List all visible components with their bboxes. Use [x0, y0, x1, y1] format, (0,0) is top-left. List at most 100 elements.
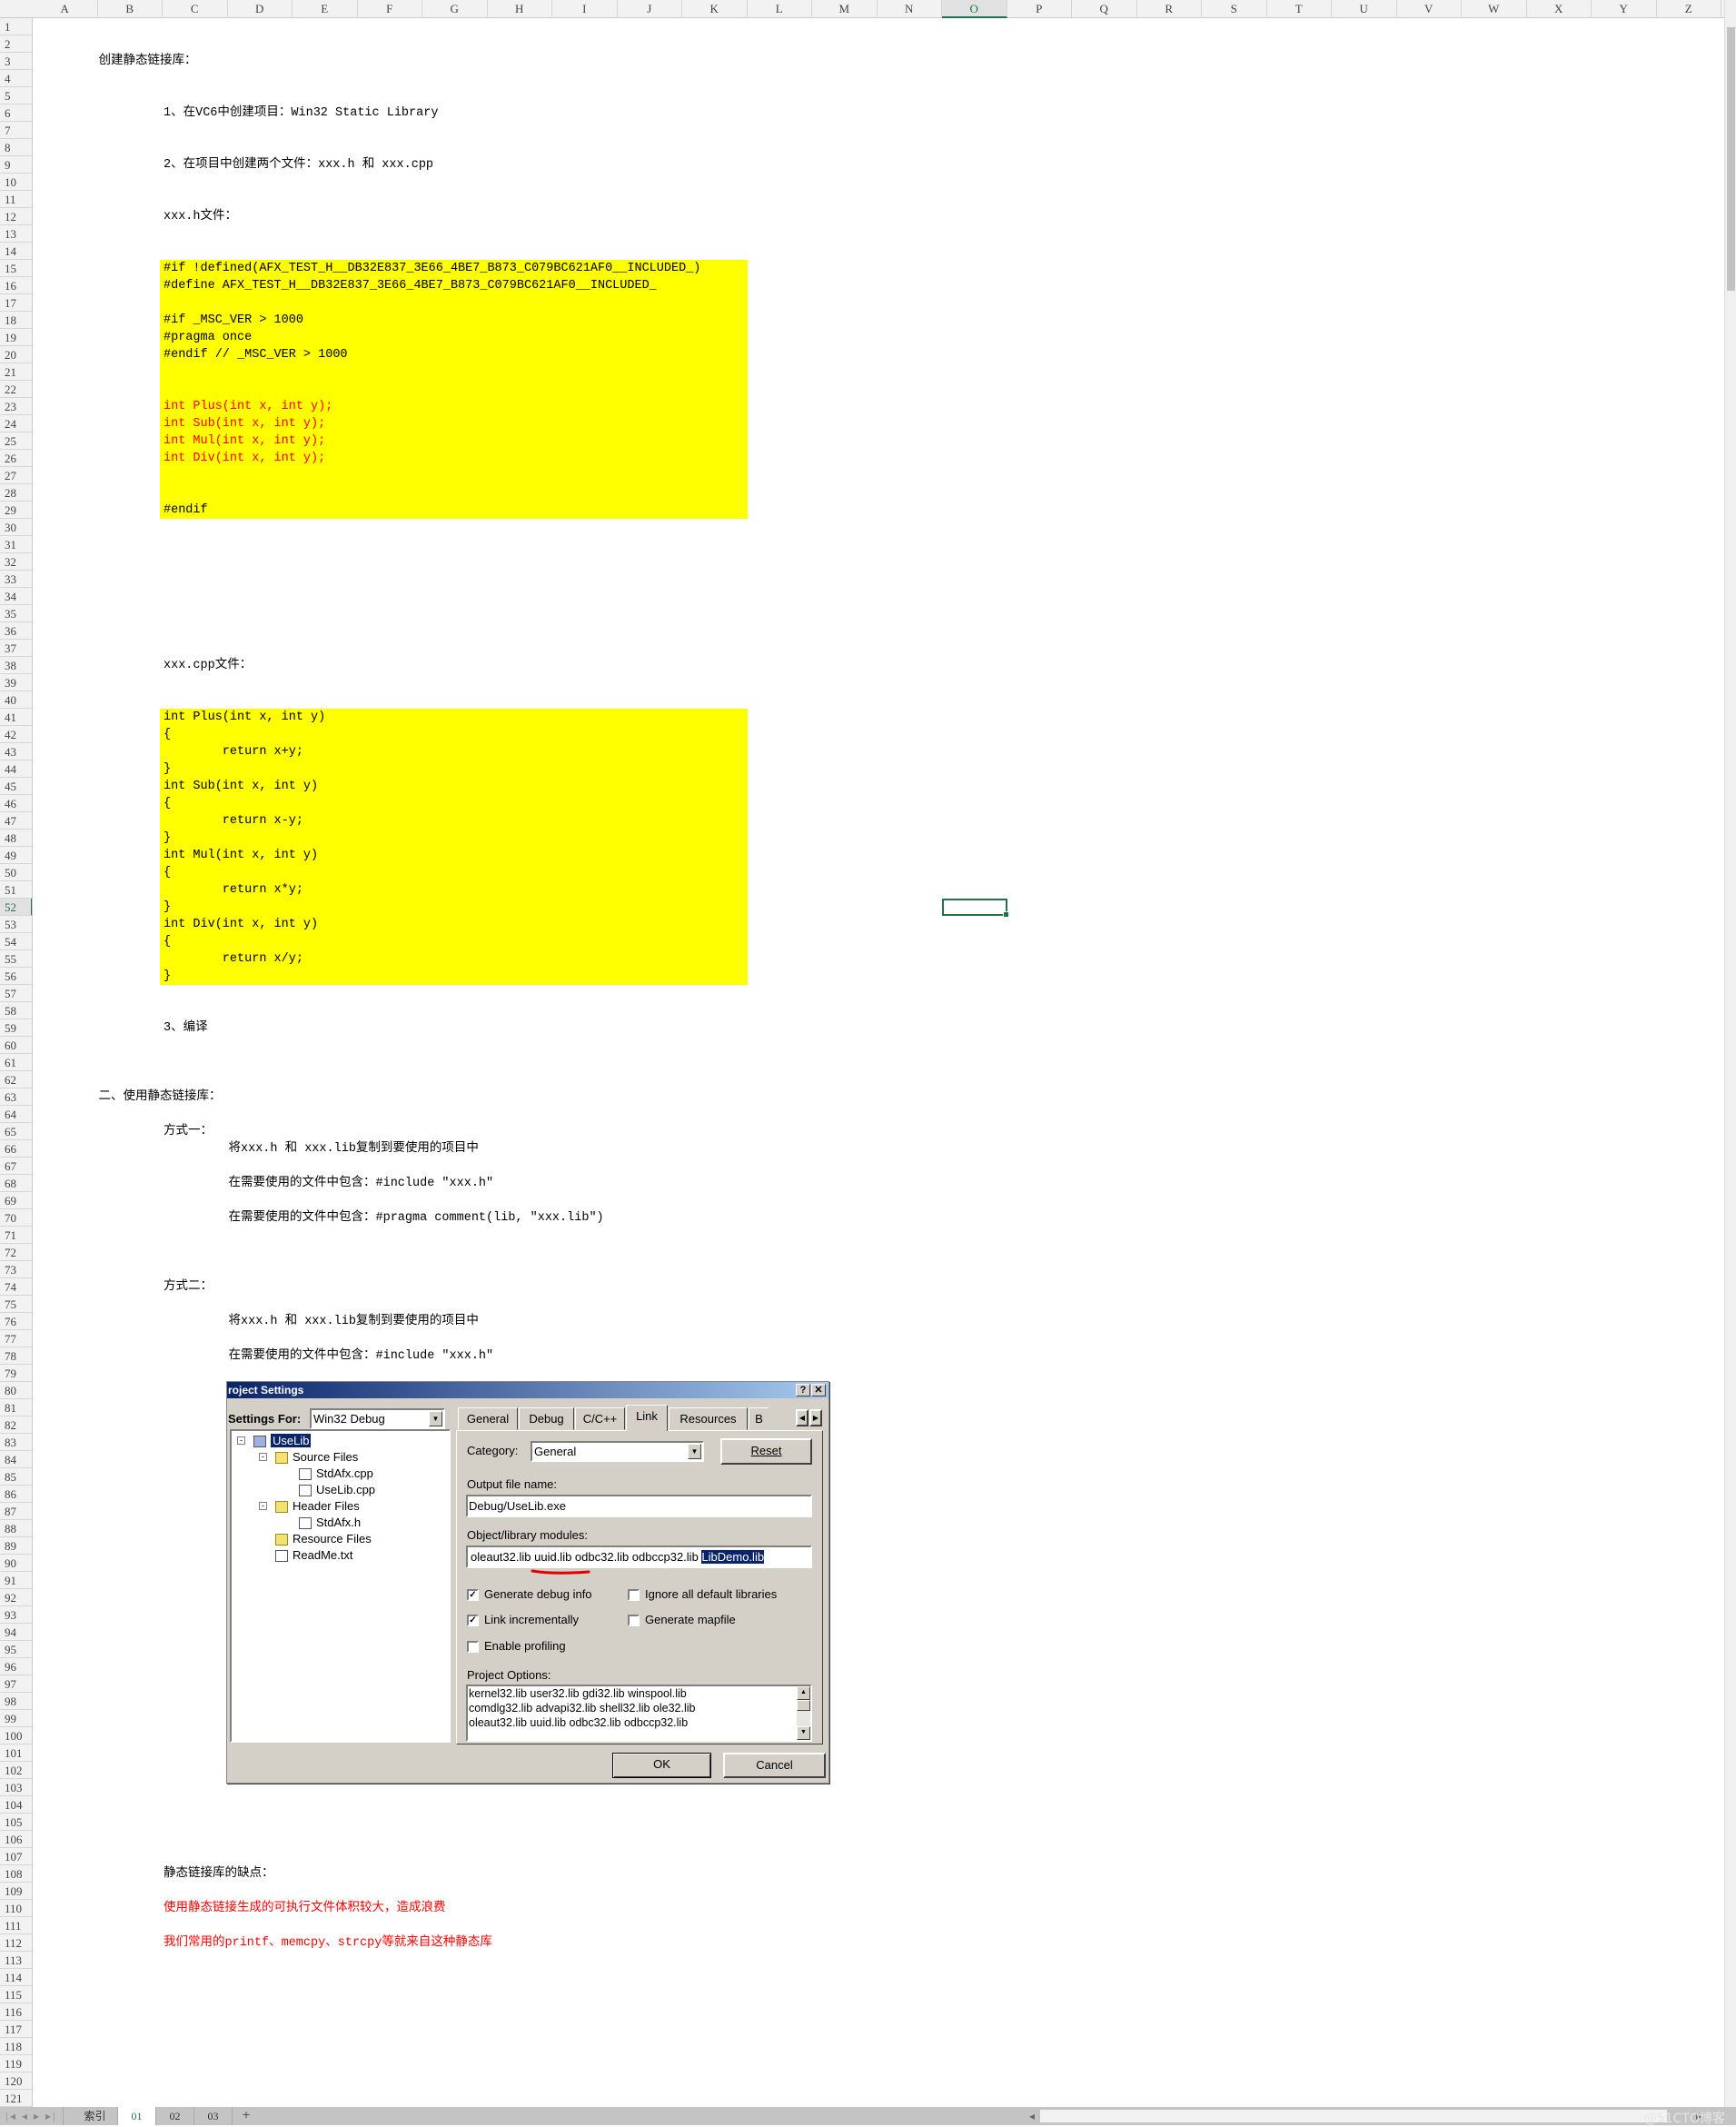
- row-header[interactable]: 20: [0, 346, 32, 363]
- row-header[interactable]: 80: [0, 1382, 32, 1399]
- sheet-nav-arrows[interactable]: |◂ ◂ ▸ ▸|: [0, 2107, 64, 2125]
- cell-C56[interactable]: }: [164, 968, 171, 985]
- tree-item[interactable]: - UseLib: [237, 1433, 312, 1449]
- row-header[interactable]: 106: [0, 1831, 32, 1848]
- row-header[interactable]: 24: [0, 415, 32, 432]
- column-header[interactable]: I: [552, 0, 618, 18]
- row-header[interactable]: 52: [0, 899, 32, 916]
- row-header[interactable]: 68: [0, 1175, 32, 1192]
- row-header[interactable]: 50: [0, 864, 32, 881]
- cell-C47[interactable]: return x-y;: [164, 812, 303, 830]
- column-header[interactable]: J: [618, 0, 682, 18]
- tree-item[interactable]: StdAfx.h: [299, 1515, 361, 1531]
- row-header[interactable]: 28: [0, 484, 32, 502]
- column-header[interactable]: R: [1137, 0, 1202, 18]
- row-header[interactable]: 49: [0, 847, 32, 864]
- column-header[interactable]: C: [163, 0, 228, 18]
- row-header[interactable]: 6: [0, 104, 32, 122]
- cell-D70[interactable]: 在需要使用的文件中包含：#pragma comment(lib, "xxx.li…: [229, 1209, 604, 1227]
- row-header[interactable]: 66: [0, 1140, 32, 1158]
- cell-D76[interactable]: 将xxx.h 和 xxx.lib复制到要使用的项目中: [229, 1313, 479, 1330]
- scroll-thumb[interactable]: [797, 1700, 810, 1711]
- cell-B3[interactable]: 创建静态链接库：: [99, 53, 197, 70]
- tab-resources[interactable]: Resources: [669, 1407, 748, 1430]
- row-header[interactable]: 14: [0, 243, 32, 260]
- cell-C9[interactable]: 2、在项目中创建两个文件：xxx.h 和 xxx.cpp: [164, 156, 433, 174]
- row-header[interactable]: 33: [0, 571, 32, 588]
- row-header[interactable]: 85: [0, 1468, 32, 1486]
- row-header[interactable]: 72: [0, 1244, 32, 1261]
- row-header[interactable]: 60: [0, 1037, 32, 1054]
- row-header[interactable]: 104: [0, 1796, 32, 1814]
- cell-C65[interactable]: 方式一：: [164, 1123, 213, 1140]
- row-header[interactable]: 112: [0, 1934, 32, 1952]
- row-header[interactable]: 82: [0, 1416, 32, 1434]
- row-header[interactable]: 73: [0, 1261, 32, 1278]
- row-header[interactable]: 7: [0, 122, 32, 139]
- row-header[interactable]: 77: [0, 1330, 32, 1347]
- row-header[interactable]: 93: [0, 1606, 32, 1624]
- row-header[interactable]: 88: [0, 1520, 32, 1537]
- tab-scroll-left[interactable]: ◀: [796, 1409, 808, 1426]
- row-header[interactable]: 67: [0, 1158, 32, 1175]
- row-header[interactable]: 83: [0, 1434, 32, 1451]
- row-header[interactable]: 29: [0, 502, 32, 519]
- cell-C23[interactable]: int Plus(int x, int y);: [164, 398, 332, 415]
- cell-C110[interactable]: 使用静态链接生成的可执行文件体积较大，造成浪费: [164, 1900, 446, 1917]
- tab-b[interactable]: B: [749, 1407, 769, 1430]
- row-header[interactable]: 108: [0, 1865, 32, 1883]
- row-header[interactable]: 11: [0, 191, 32, 208]
- row-header[interactable]: 81: [0, 1399, 32, 1416]
- row-header[interactable]: 37: [0, 640, 32, 657]
- scroll-up-arrow[interactable]: ▲: [797, 1686, 810, 1700]
- tab-cc[interactable]: C/C++: [575, 1407, 625, 1430]
- collapse-toggle-icon[interactable]: -: [259, 1502, 267, 1510]
- cell-C42[interactable]: {: [164, 726, 171, 743]
- row-header[interactable]: 16: [0, 277, 32, 294]
- ok-button[interactable]: OK: [612, 1753, 711, 1778]
- row-header[interactable]: 116: [0, 2003, 32, 2021]
- scroll-down-arrow[interactable]: ▼: [797, 1726, 810, 1740]
- cell-C41[interactable]: int Plus(int x, int y): [164, 709, 325, 726]
- column-header[interactable]: Q: [1072, 0, 1137, 18]
- checkbox[interactable]: [628, 1615, 640, 1626]
- cell-D68[interactable]: 在需要使用的文件中包含：#include "xxx.h": [229, 1175, 494, 1192]
- row-header[interactable]: 110: [0, 1900, 32, 1917]
- row-header[interactable]: 117: [0, 2021, 32, 2038]
- tab-scroll-right[interactable]: ▶: [809, 1409, 822, 1426]
- row-header[interactable]: 9: [0, 156, 32, 174]
- row-header[interactable]: 36: [0, 622, 32, 640]
- row-header[interactable]: 41: [0, 709, 32, 726]
- column-header[interactable]: U: [1332, 0, 1397, 18]
- row-header[interactable]: 105: [0, 1814, 32, 1831]
- row-header[interactable]: 40: [0, 691, 32, 709]
- column-header[interactable]: D: [228, 0, 293, 18]
- row-header[interactable]: 17: [0, 294, 32, 312]
- column-header[interactable]: F: [358, 0, 422, 18]
- close-button[interactable]: ✕: [811, 1384, 826, 1396]
- column-header[interactable]: E: [293, 0, 358, 18]
- row-header[interactable]: 46: [0, 795, 32, 812]
- row-header[interactable]: 32: [0, 553, 32, 571]
- row-header[interactable]: 51: [0, 881, 32, 899]
- row-header[interactable]: 61: [0, 1054, 32, 1071]
- vertical-scrollbar[interactable]: [1724, 0, 1736, 2107]
- add-sheet-button[interactable]: +: [234, 2107, 258, 2125]
- row-header[interactable]: 57: [0, 985, 32, 1002]
- tab-general[interactable]: General: [458, 1407, 518, 1430]
- sheet-tab[interactable]: 03: [194, 2107, 233, 2125]
- row-header[interactable]: 70: [0, 1209, 32, 1227]
- cell-C6[interactable]: 1、在VC6中创建项目：Win32 Static Library: [164, 104, 438, 122]
- row-header[interactable]: 23: [0, 398, 32, 415]
- row-header[interactable]: 120: [0, 2072, 32, 2090]
- row-header[interactable]: 30: [0, 519, 32, 536]
- row-header[interactable]: 95: [0, 1641, 32, 1658]
- row-header[interactable]: 56: [0, 968, 32, 985]
- row-header[interactable]: 69: [0, 1192, 32, 1209]
- row-header[interactable]: 65: [0, 1123, 32, 1140]
- help-button[interactable]: ?: [796, 1384, 810, 1396]
- row-header[interactable]: 44: [0, 760, 32, 778]
- row-header[interactable]: 115: [0, 1986, 32, 2003]
- cell-C74[interactable]: 方式二：: [164, 1278, 213, 1296]
- row-header[interactable]: 21: [0, 363, 32, 381]
